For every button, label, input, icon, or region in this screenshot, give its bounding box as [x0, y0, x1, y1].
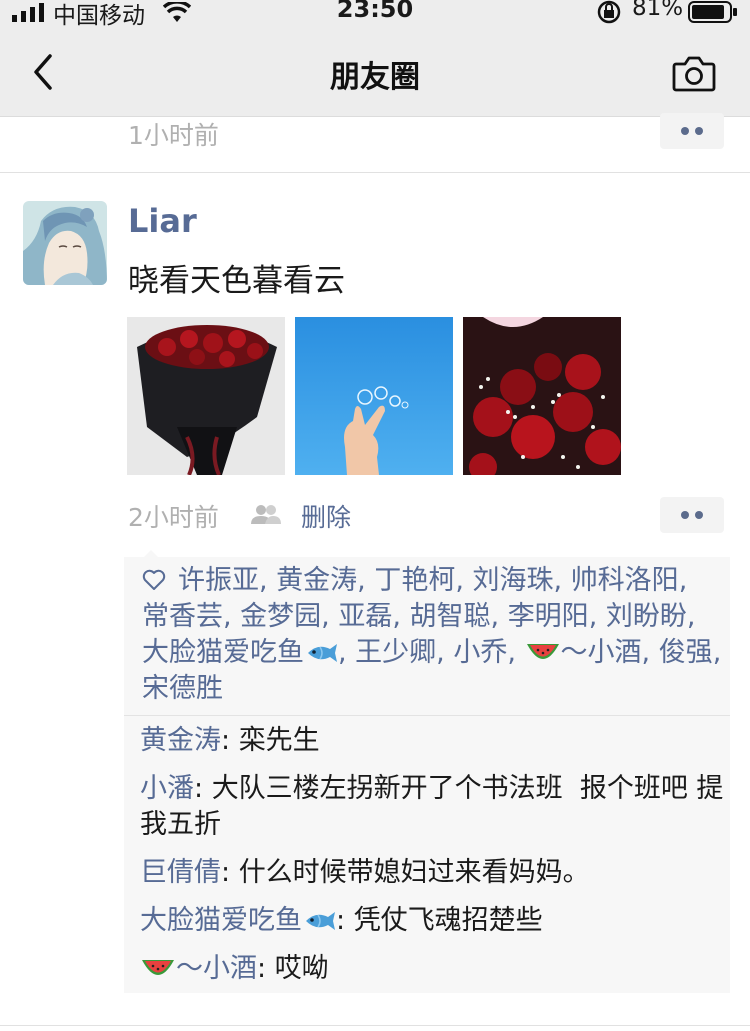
comments-list: 黄金涛: 栾先生 小潘: 大队三楼左拐新开了个书法班 报个班吧 提我五折 巨倩倩…	[140, 723, 724, 999]
status-bar: 中国移动 23:50 81%	[0, 0, 750, 29]
page-title: 朋友圈	[330, 60, 420, 95]
avatar[interactable]	[23, 201, 107, 285]
previous-post-time: 1小时前	[128, 121, 219, 150]
battery-icon	[688, 1, 737, 23]
like-name[interactable]: 丁艳柯	[374, 565, 455, 596]
fish-emoji-icon	[308, 644, 337, 662]
like-name[interactable]: 大脸猫爱吃鱼	[142, 637, 304, 668]
comment-item[interactable]: 黄金涛: 栾先生	[140, 723, 724, 759]
carrier-name: 中国移动	[53, 3, 145, 29]
panel-divider	[124, 715, 730, 716]
comment-author[interactable]: 小潘	[140, 773, 194, 804]
comment-text: 凭仗飞魂招楚些	[353, 905, 543, 936]
comment-author[interactable]: ～小酒	[176, 953, 257, 984]
dot-icon	[681, 511, 689, 519]
battery-percent: 81%	[632, 0, 684, 21]
heart-icon	[142, 569, 166, 590]
post-text: 晓看天色暮看云	[128, 263, 345, 299]
like-name[interactable]: 宋德胜	[142, 673, 223, 704]
comment-author[interactable]: 大脸猫爱吃鱼	[140, 905, 302, 936]
likes-comments-panel: 许振亚, 黄金涛, 丁艳柯, 刘海珠, 帅科洛阳, 常香芸, 金梦园, 亚磊, …	[124, 550, 730, 993]
wifi-icon	[163, 2, 191, 22]
previous-post-more-button[interactable]	[660, 113, 724, 149]
like-name[interactable]: 刘海珠	[473, 565, 554, 596]
like-name[interactable]: 许振亚	[178, 565, 259, 596]
like-name[interactable]: 金梦园	[240, 601, 321, 632]
comment-text: 什么时候带媳妇过来看妈妈。	[238, 857, 590, 888]
watermelon-emoji-icon	[142, 960, 174, 975]
post-more-button[interactable]	[660, 497, 724, 533]
like-name[interactable]: 胡智聪	[410, 601, 491, 632]
comment-text: 大队三楼左拐新开了个书法班 报个班吧 提我五折	[140, 773, 724, 840]
photo-blue-sky-hand[interactable]	[295, 317, 453, 475]
post-time: 2小时前	[128, 503, 219, 532]
post-divider	[0, 1025, 750, 1026]
dot-icon	[681, 127, 689, 135]
back-chevron-icon[interactable]	[28, 50, 58, 94]
camera-icon[interactable]	[672, 54, 716, 92]
like-name[interactable]: 俊强	[659, 637, 713, 668]
comment-author[interactable]: 巨倩倩	[140, 857, 221, 888]
like-name[interactable]: ～小酒	[561, 637, 642, 668]
post-divider	[0, 172, 750, 173]
likes-list: 许振亚, 黄金涛, 丁艳柯, 刘海珠, 帅科洛阳, 常香芸, 金梦园, 亚磊, …	[142, 565, 722, 704]
comment-item[interactable]: ～小酒: 哎呦	[140, 951, 724, 987]
fish-emoji-icon	[306, 912, 335, 930]
comment-text: 哎呦	[274, 953, 329, 984]
photo-roses-bouquet[interactable]	[127, 317, 285, 475]
watermelon-emoji-icon	[526, 644, 559, 659]
delete-button[interactable]: 删除	[301, 498, 351, 534]
nav-bar: 朋友圈	[0, 28, 750, 117]
comment-text: 栾先生	[238, 725, 320, 756]
comment-item[interactable]: 大脸猫爱吃鱼 : 凭仗飞魂招楚些	[140, 903, 724, 939]
like-name[interactable]: 帅科洛阳	[571, 565, 679, 596]
post-username[interactable]: Liar	[128, 202, 197, 240]
dot-icon	[695, 127, 703, 135]
friends-visibility-icon	[251, 505, 281, 524]
photo-red-roses[interactable]	[463, 317, 621, 475]
comment-author[interactable]: 黄金涛	[140, 725, 221, 756]
comment-item[interactable]: 小潘: 大队三楼左拐新开了个书法班 报个班吧 提我五折	[140, 771, 724, 843]
signal-icon	[12, 3, 44, 22]
dot-icon	[695, 511, 703, 519]
like-name[interactable]: 黄金涛	[276, 565, 357, 596]
rotation-lock-icon	[597, 0, 621, 24]
like-name[interactable]: 王少卿	[355, 637, 436, 668]
like-name[interactable]: 刘盼盼	[606, 601, 687, 632]
like-name[interactable]: 亚磊	[338, 601, 392, 632]
like-name[interactable]: 小乔	[453, 637, 507, 668]
like-name[interactable]: 常香芸	[142, 601, 223, 632]
like-name[interactable]: 李明阳	[508, 601, 589, 632]
comment-item[interactable]: 巨倩倩: 什么时候带媳妇过来看妈妈。	[140, 855, 724, 891]
